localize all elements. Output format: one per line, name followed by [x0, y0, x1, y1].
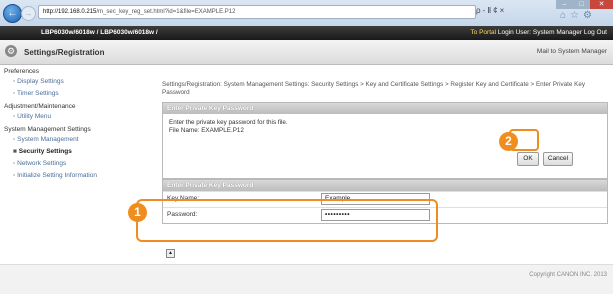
- instruction-text: Enter the private key password for this …: [169, 119, 288, 126]
- sidebar-item-utility[interactable]: Utility Menu: [0, 111, 137, 123]
- panel-header: Enter Private Key Password: [163, 103, 607, 114]
- sidebar-item-network[interactable]: Network Settings: [0, 158, 137, 170]
- sidebar-item-system-management[interactable]: System Management: [0, 134, 137, 146]
- copyright: Copyright CANON INC. 2013: [529, 272, 607, 278]
- login-user-text[interactable]: Login User: System Manager Log Out: [498, 29, 607, 36]
- scroll-top-icon[interactable]: ▲: [166, 249, 175, 258]
- minimize-icon[interactable]: –: [556, 0, 573, 9]
- browser-toolbar: ← → http://192.168.0.215/m_sec_key_reg_s…: [0, 0, 613, 26]
- url-path: /m_sec_key_reg_set.html?id=1&file=EXAMPL…: [96, 9, 236, 15]
- sidebar-cat-preferences: Preferences: [4, 68, 40, 75]
- device-bar: LBP6030w/6018w / LBP6030w/6018w / To Por…: [0, 26, 613, 40]
- url-domain: http://192.168.0.215: [43, 9, 97, 15]
- sidebar-item-initialize[interactable]: Initialize Setting Information: [0, 170, 137, 182]
- sidebar-cat-adjustment: Adjustment/Maintenance: [4, 103, 76, 110]
- device-name: LBP6030w/6018w / LBP6030w/6018w /: [41, 29, 158, 36]
- back-arrow-icon[interactable]: ←: [3, 4, 22, 23]
- sidebar: Preferences Display Settings Timer Setti…: [0, 65, 137, 182]
- sidebar-item-display[interactable]: Display Settings: [0, 76, 137, 88]
- callout-badge-1: 1: [128, 203, 147, 222]
- home-star-gear-icons[interactable]: ⌂☆⚙: [560, 10, 596, 21]
- address-tools-icons[interactable]: ρ-Ⅱ¢×: [476, 6, 506, 15]
- sidebar-cat-system: System Management Settings: [4, 126, 91, 133]
- password-prompt-panel: Enter Private Key Password Enter the pri…: [162, 102, 608, 179]
- page-titlebar: ⚙ Settings/Registration Mail to System M…: [0, 40, 613, 65]
- forward-arrow-icon[interactable]: →: [21, 6, 36, 21]
- gear-icon: ⚙: [5, 45, 17, 57]
- footer: [0, 264, 613, 294]
- form-callout-highlight: [136, 199, 438, 242]
- maximize-icon[interactable]: □: [573, 0, 590, 9]
- sidebar-item-timer[interactable]: Timer Settings: [0, 88, 137, 100]
- to-portal-link[interactable]: To Portal: [470, 29, 496, 36]
- address-bar[interactable]: http://192.168.0.215/m_sec_key_reg_set.h…: [38, 5, 476, 19]
- close-icon[interactable]: ✕: [590, 0, 613, 9]
- page-title: Settings/Registration: [24, 48, 105, 57]
- breadcrumb: Settings/Registration: System Management…: [162, 81, 585, 96]
- callout-badge-2: 2: [499, 132, 518, 151]
- panel-header: Enter Private Key Password: [163, 180, 607, 191]
- sidebar-item-security[interactable]: Security Settings: [0, 146, 137, 158]
- ok-button[interactable]: OK: [517, 152, 539, 166]
- mail-link[interactable]: Mail to System Manager: [537, 48, 607, 55]
- cancel-button[interactable]: Cancel: [543, 152, 573, 166]
